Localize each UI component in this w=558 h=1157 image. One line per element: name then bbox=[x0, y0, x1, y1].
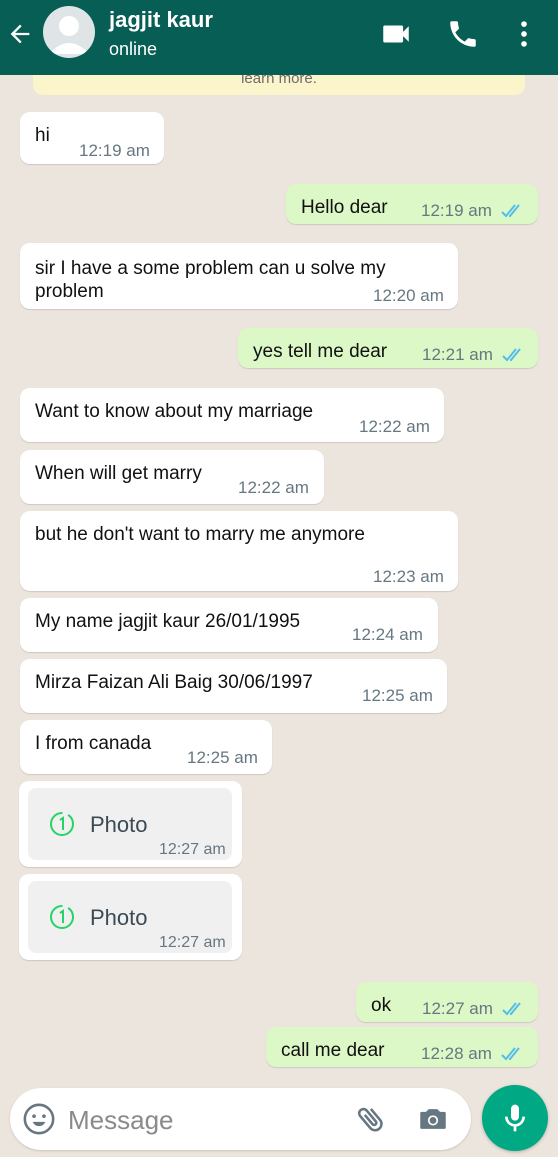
message-time: 12:27 am bbox=[159, 841, 226, 858]
read-ticks-icon bbox=[501, 204, 520, 218]
video-call-icon[interactable] bbox=[379, 17, 413, 51]
message-text: ok bbox=[371, 995, 392, 1016]
encryption-notice[interactable]: learn more. bbox=[33, 75, 525, 95]
message-bubble-incoming[interactable]: Mirza Faizan Ali Baig 30/06/1997 12:25 a… bbox=[20, 659, 447, 713]
message-text: hi bbox=[35, 125, 50, 146]
message-time: 12:22 am bbox=[238, 478, 309, 497]
chat-area[interactable]: learn more. hi 12:19 am Hello dear 12:19… bbox=[0, 75, 558, 1087]
voice-call-icon[interactable] bbox=[446, 17, 480, 51]
avatar-icon bbox=[49, 16, 89, 54]
attach-icon[interactable] bbox=[354, 1102, 388, 1136]
message-text: yes tell me dear bbox=[253, 341, 388, 362]
mic-icon bbox=[505, 1104, 525, 1132]
message-time: 12:19 am bbox=[421, 201, 492, 220]
message-bubble-incoming[interactable]: but he don't want to marry me anymore 12… bbox=[20, 511, 458, 591]
message-text: Mirza Faizan Ali Baig 30/06/1997 bbox=[35, 672, 313, 693]
message-text: When will get marry bbox=[35, 463, 202, 484]
message-time: 12:25 am bbox=[362, 686, 433, 705]
message-time: 12:21 am bbox=[422, 345, 493, 364]
message-text: Hello dear bbox=[301, 197, 388, 218]
message-bubble-incoming[interactable]: When will get marry 12:22 am bbox=[20, 450, 324, 504]
message-bubble-incoming[interactable]: hi 12:19 am bbox=[20, 112, 164, 164]
message-bubble-incoming[interactable]: sir I have a some problem can u solve my… bbox=[20, 243, 458, 309]
contact-status: online bbox=[109, 39, 158, 59]
read-ticks-icon bbox=[502, 348, 521, 362]
message-bubble-incoming[interactable]: My name jagjit kaur 26/01/1995 12:24 am bbox=[20, 598, 438, 652]
message-text: but he don't want to marry me anymore bbox=[35, 524, 365, 545]
message-time: 12:23 am bbox=[373, 567, 444, 586]
more-options-icon[interactable] bbox=[507, 17, 541, 51]
view-once-photo-message[interactable]: Photo 12:27 am bbox=[19, 874, 242, 960]
message-time: 12:24 am bbox=[352, 625, 423, 644]
message-time: 12:25 am bbox=[187, 748, 258, 767]
message-time: 12:20 am bbox=[373, 286, 444, 305]
message-bubble-outgoing[interactable]: call me dear 12:28 am bbox=[266, 1027, 538, 1067]
message-bubble-incoming[interactable]: Want to know about my marriage 12:22 am bbox=[20, 388, 444, 442]
back-arrow-icon[interactable] bbox=[6, 20, 34, 48]
message-bubble-outgoing[interactable]: Hello dear 12:19 am bbox=[286, 184, 538, 224]
view-once-icon bbox=[50, 905, 74, 929]
message-bubble-outgoing[interactable]: ok 12:27 am bbox=[356, 982, 538, 1022]
message-time: 12:22 am bbox=[359, 417, 430, 436]
view-once-icon bbox=[50, 812, 74, 836]
photo-placeholder[interactable]: Photo 12:27 am bbox=[28, 881, 232, 953]
avatar[interactable] bbox=[43, 6, 95, 58]
message-text: I from canada bbox=[35, 733, 152, 754]
message-text: Want to know about my marriage bbox=[35, 401, 314, 422]
message-time: 12:19 am bbox=[79, 141, 150, 160]
message-text: My name jagjit kaur 26/01/1995 bbox=[35, 611, 301, 632]
chat-header: jagjit kaur online bbox=[0, 0, 558, 75]
mic-button[interactable] bbox=[482, 1085, 548, 1151]
message-time: 12:28 am bbox=[421, 1044, 492, 1063]
photo-placeholder[interactable]: Photo 12:27 am bbox=[28, 788, 232, 860]
message-input-bar[interactable]: Message bbox=[10, 1088, 471, 1150]
message-bubble-outgoing[interactable]: yes tell me dear 12:21 am bbox=[238, 328, 538, 368]
message-time: 12:27 am bbox=[422, 999, 493, 1018]
notice-text[interactable]: learn more. bbox=[241, 75, 317, 87]
message-time: 12:27 am bbox=[159, 934, 226, 951]
read-ticks-icon bbox=[502, 1002, 521, 1016]
emoji-icon[interactable] bbox=[22, 1102, 56, 1136]
view-once-photo-message[interactable]: Photo 12:27 am bbox=[19, 781, 242, 867]
message-text: call me dear bbox=[281, 1040, 385, 1061]
message-input[interactable]: Message bbox=[68, 1105, 174, 1136]
contact-name[interactable]: jagjit kaur bbox=[109, 7, 213, 33]
photo-label: Photo bbox=[90, 905, 148, 930]
photo-label: Photo bbox=[90, 812, 148, 837]
message-bubble-incoming[interactable]: I from canada 12:25 am bbox=[20, 720, 272, 774]
camera-icon[interactable] bbox=[416, 1102, 450, 1136]
read-ticks-icon bbox=[501, 1047, 520, 1061]
